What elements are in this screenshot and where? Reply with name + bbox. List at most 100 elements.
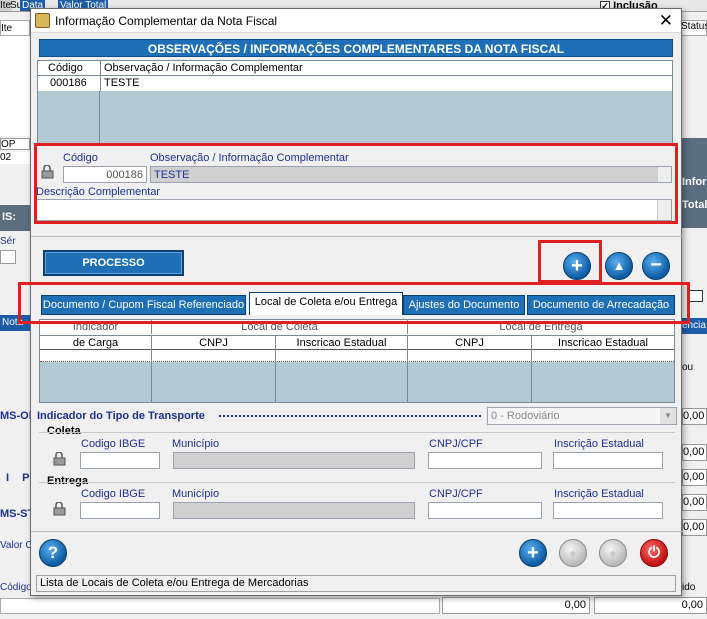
col-de-carga: de Carga xyxy=(40,335,151,350)
local-grid[interactable]: Indicador Local de Coleta Local de Entre… xyxy=(39,319,675,403)
coleta-ibge-field[interactable] xyxy=(80,452,160,469)
bg-is-label: IS: xyxy=(0,205,30,231)
dialog-titlebar: Informação Complementar da Nota Fiscal ✕ xyxy=(31,9,681,33)
edit-icon: ● xyxy=(569,546,577,560)
bg-value-4[interactable]: 0,00 xyxy=(682,494,707,511)
app-icon xyxy=(35,13,50,28)
col-observacao: Observação / Informação Complementar xyxy=(100,61,303,75)
chevron-down-icon[interactable]: ▼ xyxy=(660,408,676,424)
bg-op-header: OP xyxy=(0,138,30,150)
coleta-ie-label: Inscrição Estadual xyxy=(554,438,644,450)
disabled-button-1: ● xyxy=(559,539,587,567)
question-icon: ? xyxy=(47,543,59,562)
dotted-leader xyxy=(219,415,481,417)
coleta-municipio-label: Município xyxy=(172,438,220,450)
add-button[interactable]: + xyxy=(563,252,591,280)
divider xyxy=(31,531,683,532)
codigo-label: Código xyxy=(63,152,98,164)
processo-button[interactable]: PROCESSO xyxy=(43,250,184,276)
grid-divider xyxy=(151,350,152,402)
descricao-field[interactable] xyxy=(36,199,672,221)
bg-bottom-value-2[interactable]: 0,00 xyxy=(594,597,707,614)
local-grid-header: Indicador Local de Coleta Local de Entre… xyxy=(40,320,674,350)
disabled-button-2: ● xyxy=(599,539,627,567)
bg-value-2[interactable]: 0,00 xyxy=(682,444,707,461)
help-button[interactable]: ? xyxy=(39,539,67,567)
bg-left-table xyxy=(0,36,30,136)
obs-label: Observação / Informação Complementar xyxy=(150,152,349,164)
tab-ajustes[interactable]: Ajustes do Documento xyxy=(403,295,525,315)
coleta-municipio-field xyxy=(173,452,415,469)
lock-icon[interactable] xyxy=(53,452,69,466)
coleta-cnpj-label: CNPJ/CPF xyxy=(429,438,483,450)
bg-nota-tab[interactable]: Nota xyxy=(0,315,30,331)
bg-bottom-field[interactable] xyxy=(0,598,440,614)
bg-valor-label: Valor C xyxy=(0,540,33,551)
tab-strip: Documento / Cupom Fiscal Referenciado Lo… xyxy=(41,292,677,317)
col-entrega-cnpj: CNPJ xyxy=(407,335,531,350)
lock-icon[interactable] xyxy=(53,502,69,516)
bg-header-left: Ite xyxy=(0,20,30,36)
table-row[interactable]: 000186 TESTE xyxy=(38,76,672,91)
lock-icon[interactable] xyxy=(41,165,57,179)
transporte-select[interactable]: 0 - Rodoviário ▼ xyxy=(487,407,677,425)
section-title: OBSERVAÇÕES / INFORMAÇÕES COMPLEMENTARES… xyxy=(39,39,673,57)
bg-ser-field[interactable] xyxy=(0,250,16,264)
bg-infor-label: Infor xyxy=(682,176,707,188)
col-codigo: Código xyxy=(48,62,83,74)
bg-ser-label: Sér xyxy=(0,236,16,247)
entrega-ie-field[interactable] xyxy=(553,502,663,519)
entrega-title: Entrega xyxy=(47,475,88,487)
tab-local-coleta[interactable]: Local de Coleta e/ou Entrega xyxy=(249,292,403,315)
descricao-scrollbar[interactable] xyxy=(657,200,671,220)
bg-ou-label: ou xyxy=(682,362,694,373)
table-row[interactable] xyxy=(40,350,674,362)
bg-checkbox[interactable] xyxy=(688,290,703,302)
col-local-entrega: Local de Entrega xyxy=(407,320,674,334)
row-observacao: TESTE xyxy=(100,76,139,91)
bg-value-3[interactable]: 0,00 xyxy=(682,469,707,486)
entrega-municipio-label: Município xyxy=(172,488,220,500)
entrega-ibge-field[interactable] xyxy=(80,502,160,519)
tab-documento-arrecadacao[interactable]: Documento de Arrecadação xyxy=(527,295,675,315)
close-icon[interactable]: ✕ xyxy=(659,11,673,31)
group-line xyxy=(39,482,675,483)
bg-value-1[interactable]: 0,00 xyxy=(682,408,707,425)
entrega-ie-label: Inscrição Estadual xyxy=(554,488,644,500)
arrow-up-icon: ▲ xyxy=(612,258,626,273)
transporte-value: 0 - Rodoviário xyxy=(491,410,560,422)
tab-documento-cupom[interactable]: Documento / Cupom Fiscal Referenciado xyxy=(41,295,246,315)
codigo-field[interactable]: 000186 xyxy=(63,166,147,183)
exit-button[interactable]: ⏻ xyxy=(640,539,668,567)
bg-value-5[interactable]: 0,00 xyxy=(682,519,707,536)
obs-scrollbar[interactable] xyxy=(657,167,671,182)
grid-divider xyxy=(407,350,408,402)
obs-field[interactable]: TESTE xyxy=(150,166,672,183)
group-line xyxy=(39,432,675,433)
bg-ref-tab[interactable]: encia xyxy=(682,318,707,334)
transporte-label: Indicador do Tipo de Transporte xyxy=(37,410,205,422)
obs-grid[interactable]: Código Observação / Informação Complemen… xyxy=(37,60,673,144)
plus-icon: + xyxy=(527,542,539,564)
coleta-title: Coleta xyxy=(47,425,81,437)
remove-button[interactable]: − xyxy=(642,252,670,280)
grid-divider xyxy=(531,350,532,402)
entrega-cnpj-field[interactable] xyxy=(428,502,542,519)
entrega-cnpj-label: CNPJ/CPF xyxy=(429,488,483,500)
divider xyxy=(31,236,683,237)
grid-divider xyxy=(99,91,100,143)
status-bar: Lista de Locais de Coleta e/ou Entrega d… xyxy=(36,575,676,592)
bg-left-ite: Ite xyxy=(1,23,13,34)
power-icon: ⏻ xyxy=(648,544,660,561)
entrega-ibge-label: Codigo IBGE xyxy=(81,488,146,500)
add-location-button[interactable]: + xyxy=(519,539,547,567)
coleta-ie-field[interactable] xyxy=(553,452,663,469)
bg-ido-label: ido xyxy=(682,582,696,593)
bg-bottom-value-1[interactable]: 0,00 xyxy=(442,597,590,614)
descricao-label: Descrição Complementar xyxy=(36,186,161,198)
coleta-cnpj-field[interactable] xyxy=(428,452,542,469)
minus-icon: − xyxy=(650,254,662,276)
entrega-municipio-field xyxy=(173,502,415,519)
col-entrega-ie: Inscricao Estadual xyxy=(531,335,674,350)
move-up-button[interactable]: ▲ xyxy=(605,252,633,280)
